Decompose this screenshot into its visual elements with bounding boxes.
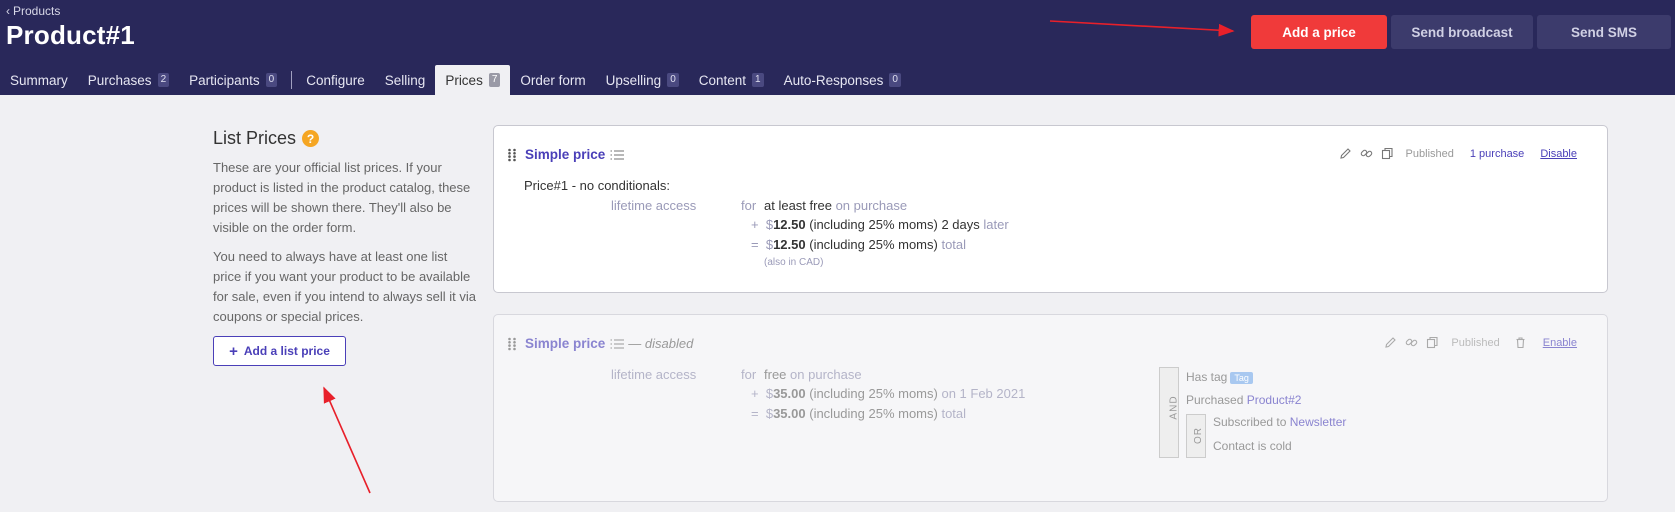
price-line-base: at least free on purchase xyxy=(764,198,908,213)
list-icon xyxy=(610,149,625,160)
access-label: lifetime access xyxy=(611,198,697,213)
section-title: List Prices ? xyxy=(213,128,478,149)
tab-count-badge: 7 xyxy=(488,73,501,87)
purchase-count-link[interactable]: 1 purchase xyxy=(1470,148,1524,160)
tab-purchases[interactable]: Purchases 2 xyxy=(78,65,179,95)
condition-has-tag: Has tag Tag xyxy=(1186,370,1253,384)
condition-contact: Contact is cold xyxy=(1213,439,1292,453)
list-prices-panel: List Prices ? These are your official li… xyxy=(213,128,478,366)
price-line-installment: + $12.50 (including 25% moms) 2 days lat… xyxy=(751,217,1009,232)
description-paragraph: You need to always have at least one lis… xyxy=(213,249,477,324)
annotation-arrow-bottom xyxy=(323,386,371,494)
help-icon[interactable]: ? xyxy=(302,130,320,147)
page-title: Product#1 xyxy=(6,20,135,50)
tab-order-form[interactable]: Order form xyxy=(510,65,595,95)
header-bar: ‹ Products Product#1 Add a price Send bro… xyxy=(0,0,1675,95)
tab-divider xyxy=(291,71,293,89)
and-group: AND xyxy=(1159,367,1180,458)
add-list-price-button[interactable]: + Add a list price xyxy=(213,336,346,366)
disable-link[interactable]: Disable xyxy=(1540,148,1577,160)
tab-count-badge: 1 xyxy=(752,73,764,87)
product-link[interactable]: Product#2 xyxy=(1247,393,1302,407)
drag-handle-icon[interactable] xyxy=(507,337,517,351)
tab-configure[interactable]: Configure xyxy=(296,65,375,95)
send-broadcast-button[interactable]: Send broadcast xyxy=(1391,15,1533,49)
access-label: lifetime access xyxy=(611,367,697,382)
list-icon xyxy=(610,338,625,349)
price-name-link[interactable]: Simple price xyxy=(525,147,605,162)
for-label: for xyxy=(741,367,757,382)
conditional-label: Price#1 - no conditionals: xyxy=(524,178,670,193)
price-card: Simple price Published 1 purchase Disabl… xyxy=(493,125,1608,293)
tab-participants[interactable]: Participants 0 xyxy=(179,65,287,95)
disabled-label: — disabled xyxy=(628,336,694,351)
price-card-actions: Published 1 purchase Disable xyxy=(1339,147,1577,160)
link-icon[interactable] xyxy=(1360,147,1373,160)
price-line-total: = $35.00 (including 25% moms) total xyxy=(751,406,967,421)
tab-count-badge: 0 xyxy=(889,73,901,87)
currency-note: (also in CAD) xyxy=(764,257,824,268)
tag-badge: Tag xyxy=(1230,372,1253,384)
tab-bar: Summary Purchases 2 Participants 0 Configu… xyxy=(0,65,911,95)
drag-handle-icon[interactable] xyxy=(507,148,517,162)
edit-icon[interactable] xyxy=(1384,336,1397,349)
copy-icon[interactable] xyxy=(1381,147,1394,160)
or-group: OR xyxy=(1186,414,1206,458)
description-paragraph: These are your official list prices. If … xyxy=(213,160,471,235)
send-sms-button[interactable]: Send SMS xyxy=(1537,15,1671,49)
status-published: Published xyxy=(1451,336,1500,349)
breadcrumb-products[interactable]: Products xyxy=(13,4,60,18)
tab-upselling[interactable]: Upselling 0 xyxy=(596,65,689,95)
add-price-button[interactable]: Add a price xyxy=(1251,15,1387,49)
trash-icon[interactable] xyxy=(1514,336,1527,349)
price-line-installment: + $35.00 (including 25% moms) on 1 Feb 2… xyxy=(751,386,1026,401)
tab-count-badge: 0 xyxy=(667,73,679,87)
status-published: Published xyxy=(1405,147,1454,160)
for-label: for xyxy=(741,198,757,213)
tab-count-badge: 0 xyxy=(265,73,278,87)
link-icon[interactable] xyxy=(1405,336,1418,349)
tab-auto-responses[interactable]: Auto-Responses 0 xyxy=(774,65,911,95)
price-card-header: Simple price xyxy=(507,147,625,162)
price-card-disabled: Simple price — disabled Published Enable… xyxy=(493,314,1608,502)
tab-prices[interactable]: Prices 7 xyxy=(435,65,511,95)
tab-count-badge: 2 xyxy=(157,73,170,87)
breadcrumb[interactable]: ‹ Products xyxy=(6,4,60,18)
tab-summary[interactable]: Summary xyxy=(0,65,78,95)
condition-purchased: Purchased Product#2 xyxy=(1186,393,1302,407)
copy-icon[interactable] xyxy=(1426,336,1439,349)
price-line-base: free on purchase xyxy=(764,367,862,382)
price-card-header: Simple price — disabled xyxy=(507,336,693,351)
tab-content[interactable]: Content 1 xyxy=(689,65,774,95)
plus-icon: + xyxy=(229,342,238,360)
chevron-left-icon: ‹ xyxy=(6,4,10,18)
price-line-total: = $12.50 (including 25% moms) total xyxy=(751,237,967,252)
edit-icon[interactable] xyxy=(1339,147,1352,160)
tab-selling[interactable]: Selling xyxy=(375,65,436,95)
price-card-actions: Published Enable xyxy=(1384,336,1577,349)
price-name-link[interactable]: Simple price xyxy=(525,336,605,351)
condition-subscribed: Subscribed to Newsletter xyxy=(1213,415,1347,429)
newsletter-link[interactable]: Newsletter xyxy=(1290,415,1347,429)
enable-link[interactable]: Enable xyxy=(1543,337,1577,349)
